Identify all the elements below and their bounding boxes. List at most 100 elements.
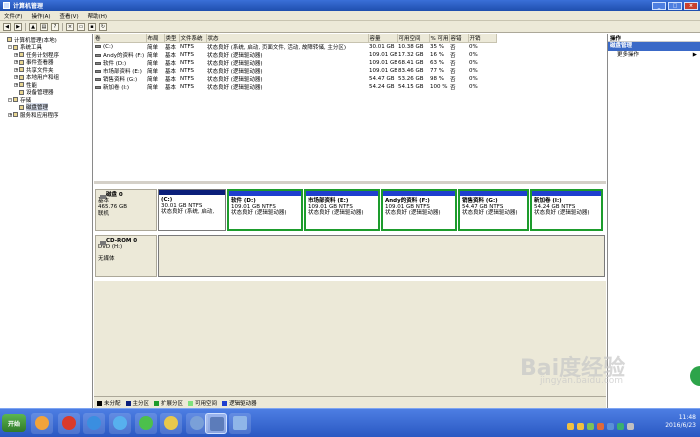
table-row[interactable]: 软件 (D:) 简单 基本 NTFS 状态良好 (逻辑驱动器) 109.01 GB 68.4…: [94, 59, 496, 67]
title-bar: 计算机管理 _ □ ×: [0, 0, 700, 11]
table-cell: 销售资料 (G:): [94, 75, 146, 83]
taskbar-app-9[interactable]: [229, 413, 251, 434]
menu-action[interactable]: 操作(A): [31, 12, 50, 20]
table-cell: 109.01 GB: [368, 59, 397, 67]
more-actions-label: 更多操作: [617, 52, 640, 58]
partition-block[interactable]: 新加卷 (I:) 54.24 GB NTFS 状态良好 (逻辑驱动器): [530, 189, 603, 231]
column-header[interactable]: 可用空间: [397, 34, 430, 43]
save-icon[interactable]: ▪: [88, 22, 96, 31]
tree-node[interactable]: 计算机管理(本地): [0, 36, 92, 44]
cell-text: 109.01 GB: [369, 68, 397, 74]
tray-icon-5[interactable]: [607, 423, 614, 430]
expand-icon[interactable]: +: [14, 52, 18, 57]
expand-icon[interactable]: +: [14, 82, 18, 87]
tree-node[interactable]: + 服务和应用程序: [0, 111, 92, 119]
cdrom-0-info[interactable]: CD-ROM 0 DVD (H:) 无媒体: [95, 235, 157, 277]
table-cell: 状态良好 (逻辑驱动器): [206, 59, 368, 67]
table-cell: 否: [449, 75, 468, 83]
collapse-icon[interactable]: -: [8, 97, 12, 102]
column-header[interactable]: 容错: [449, 34, 469, 43]
tree-node[interactable]: + 本地用户和组: [0, 74, 92, 81]
menu-help[interactable]: 帮助(H): [88, 12, 107, 20]
open-icon[interactable]: ▭: [77, 22, 85, 31]
taskbar-app-3[interactable]: [83, 413, 105, 434]
up-icon[interactable]: ▲: [29, 22, 37, 31]
close-button[interactable]: ×: [684, 1, 698, 10]
maximize-button[interactable]: □: [668, 1, 682, 10]
properties-icon[interactable]: ▤: [40, 22, 48, 31]
column-header[interactable]: 开销: [468, 34, 497, 43]
cell-text: NTFS: [180, 60, 195, 66]
table-cell: 简单: [146, 67, 164, 75]
actions-section-disk-management[interactable]: 磁盘管理: [608, 42, 700, 51]
expand-icon[interactable]: +: [14, 67, 18, 72]
expand-icon[interactable]: +: [14, 75, 18, 80]
collapse-icon[interactable]: -: [8, 45, 12, 50]
cell-text: 68.41 GB: [398, 60, 424, 66]
column-header[interactable]: 卷: [94, 34, 147, 43]
table-row[interactable]: 销售资料 (G:) 简单 基本 NTFS 状态良好 (逻辑驱动器) 54.47 GB 53.…: [94, 75, 496, 83]
column-header[interactable]: 状态: [206, 34, 369, 43]
disk-0-info[interactable]: 磁盘 0 基本 465.76 GB 联机: [95, 189, 157, 231]
delete-icon[interactable]: ×: [66, 22, 74, 31]
taskbar-app-4[interactable]: [109, 413, 131, 434]
expand-icon[interactable]: +: [8, 112, 12, 117]
disk-0-row: 磁盘 0 基本 465.76 GB 联机 (C:) 30.01 GB NTFS 状态…: [95, 189, 605, 233]
table-cell: 109.01 GB: [368, 51, 397, 59]
table-row[interactable]: 新加卷 (I:) 简单 基本 NTFS 状态良好 (逻辑驱动器) 54.24 GB 54.1…: [94, 83, 496, 91]
more-actions-item[interactable]: 更多操作 ▶: [608, 51, 700, 60]
help-icon[interactable]: ?: [51, 22, 59, 31]
taskbar-app-6[interactable]: [160, 413, 182, 434]
tray-icon-2[interactable]: [577, 423, 584, 430]
table-cell: 状态良好 (逻辑驱动器): [206, 51, 368, 59]
taskbar-app-computer-management[interactable]: [205, 413, 227, 434]
partition-block[interactable]: 市场部资料 (E:) 109.01 GB NTFS 状态良好 (逻辑驱动器): [304, 189, 380, 231]
cell-text: NTFS: [180, 84, 195, 90]
taskbar-app-1[interactable]: [31, 413, 53, 434]
refresh-icon[interactable]: ↻: [99, 22, 107, 31]
minimize-button[interactable]: _: [652, 1, 666, 10]
column-header[interactable]: 文件系统: [179, 34, 207, 43]
partition-details: 软件 (D:) 109.01 GB NTFS 状态良好 (逻辑驱动器): [229, 196, 301, 219]
table-row[interactable]: (C:) 简单 基本 NTFS 状态良好 (系统, 启动, 页面文件, 活动, 故障转储…: [94, 43, 496, 51]
taskbar-app-5[interactable]: [135, 413, 157, 434]
cdrom-0-status: 无媒体: [98, 256, 115, 263]
clock[interactable]: 11:48 2016/6/23: [665, 414, 696, 430]
partition-block[interactable]: Andy的资料 (F:) 109.01 GB NTFS 状态良好 (逻辑驱动器): [381, 189, 457, 231]
tray-icon-4[interactable]: [597, 423, 604, 430]
expand-icon[interactable]: +: [14, 60, 18, 65]
taskbar-app-2[interactable]: [58, 413, 80, 434]
computer-management-icon: [3, 2, 10, 9]
tree-node-icon: [19, 67, 24, 73]
network-tray-icon[interactable]: [617, 423, 624, 430]
table-row[interactable]: 市场部资料 (E:) 简单 基本 NTFS 状态良好 (逻辑驱动器) 109.01 GB 8…: [94, 67, 496, 75]
cell-text: 基本: [165, 85, 177, 91]
partition-block[interactable]: (C:) 30.01 GB NTFS 状态良好 (系统, 启动,: [158, 189, 226, 231]
tray-icon-1[interactable]: [567, 423, 574, 430]
table-cell: 基本: [164, 43, 179, 51]
clock-time: 11:48: [678, 414, 696, 421]
menu-file[interactable]: 文件(F): [4, 12, 22, 20]
column-header[interactable]: 容量: [368, 34, 398, 43]
start-button[interactable]: 开始: [2, 414, 26, 432]
back-icon[interactable]: ◀: [3, 22, 11, 31]
table-row[interactable]: Andy的资料 (F:) 简单 基本 NTFS 状态良好 (逻辑驱动器) 109.01 G…: [94, 51, 496, 59]
tray-icon-3[interactable]: [587, 423, 594, 430]
drive-icon: [95, 86, 101, 89]
volume-tray-icon[interactable]: [627, 423, 634, 430]
partition-block[interactable]: 软件 (D:) 109.01 GB NTFS 状态良好 (逻辑驱动器): [227, 189, 303, 231]
table-cell: 77 %: [429, 67, 449, 75]
legend-label: 逻辑驱动器: [229, 400, 257, 407]
menu-view[interactable]: 查看(V): [60, 12, 79, 20]
tree-node[interactable]: 设备管理器: [0, 89, 92, 96]
cell-text: 35 %: [430, 44, 444, 50]
column-header[interactable]: % 可用: [429, 34, 450, 43]
table-cell: 状态良好 (系统, 启动, 页面文件, 活动, 故障转储, 主分区): [206, 43, 368, 51]
table-cell: 状态良好 (逻辑驱动器): [206, 83, 368, 91]
toolbar: ◀ ▶ ▲ ▤ ? × ▭ ▪ ↻: [0, 21, 700, 33]
forward-icon[interactable]: ▶: [14, 22, 22, 31]
partition-block[interactable]: 销售资料 (G:) 54.47 GB NTFS 状态良好 (逻辑驱动器): [458, 189, 529, 231]
table-cell: 109.01 GB: [368, 67, 397, 75]
column-header[interactable]: 布局: [146, 34, 165, 43]
column-header[interactable]: 类型: [164, 34, 180, 43]
